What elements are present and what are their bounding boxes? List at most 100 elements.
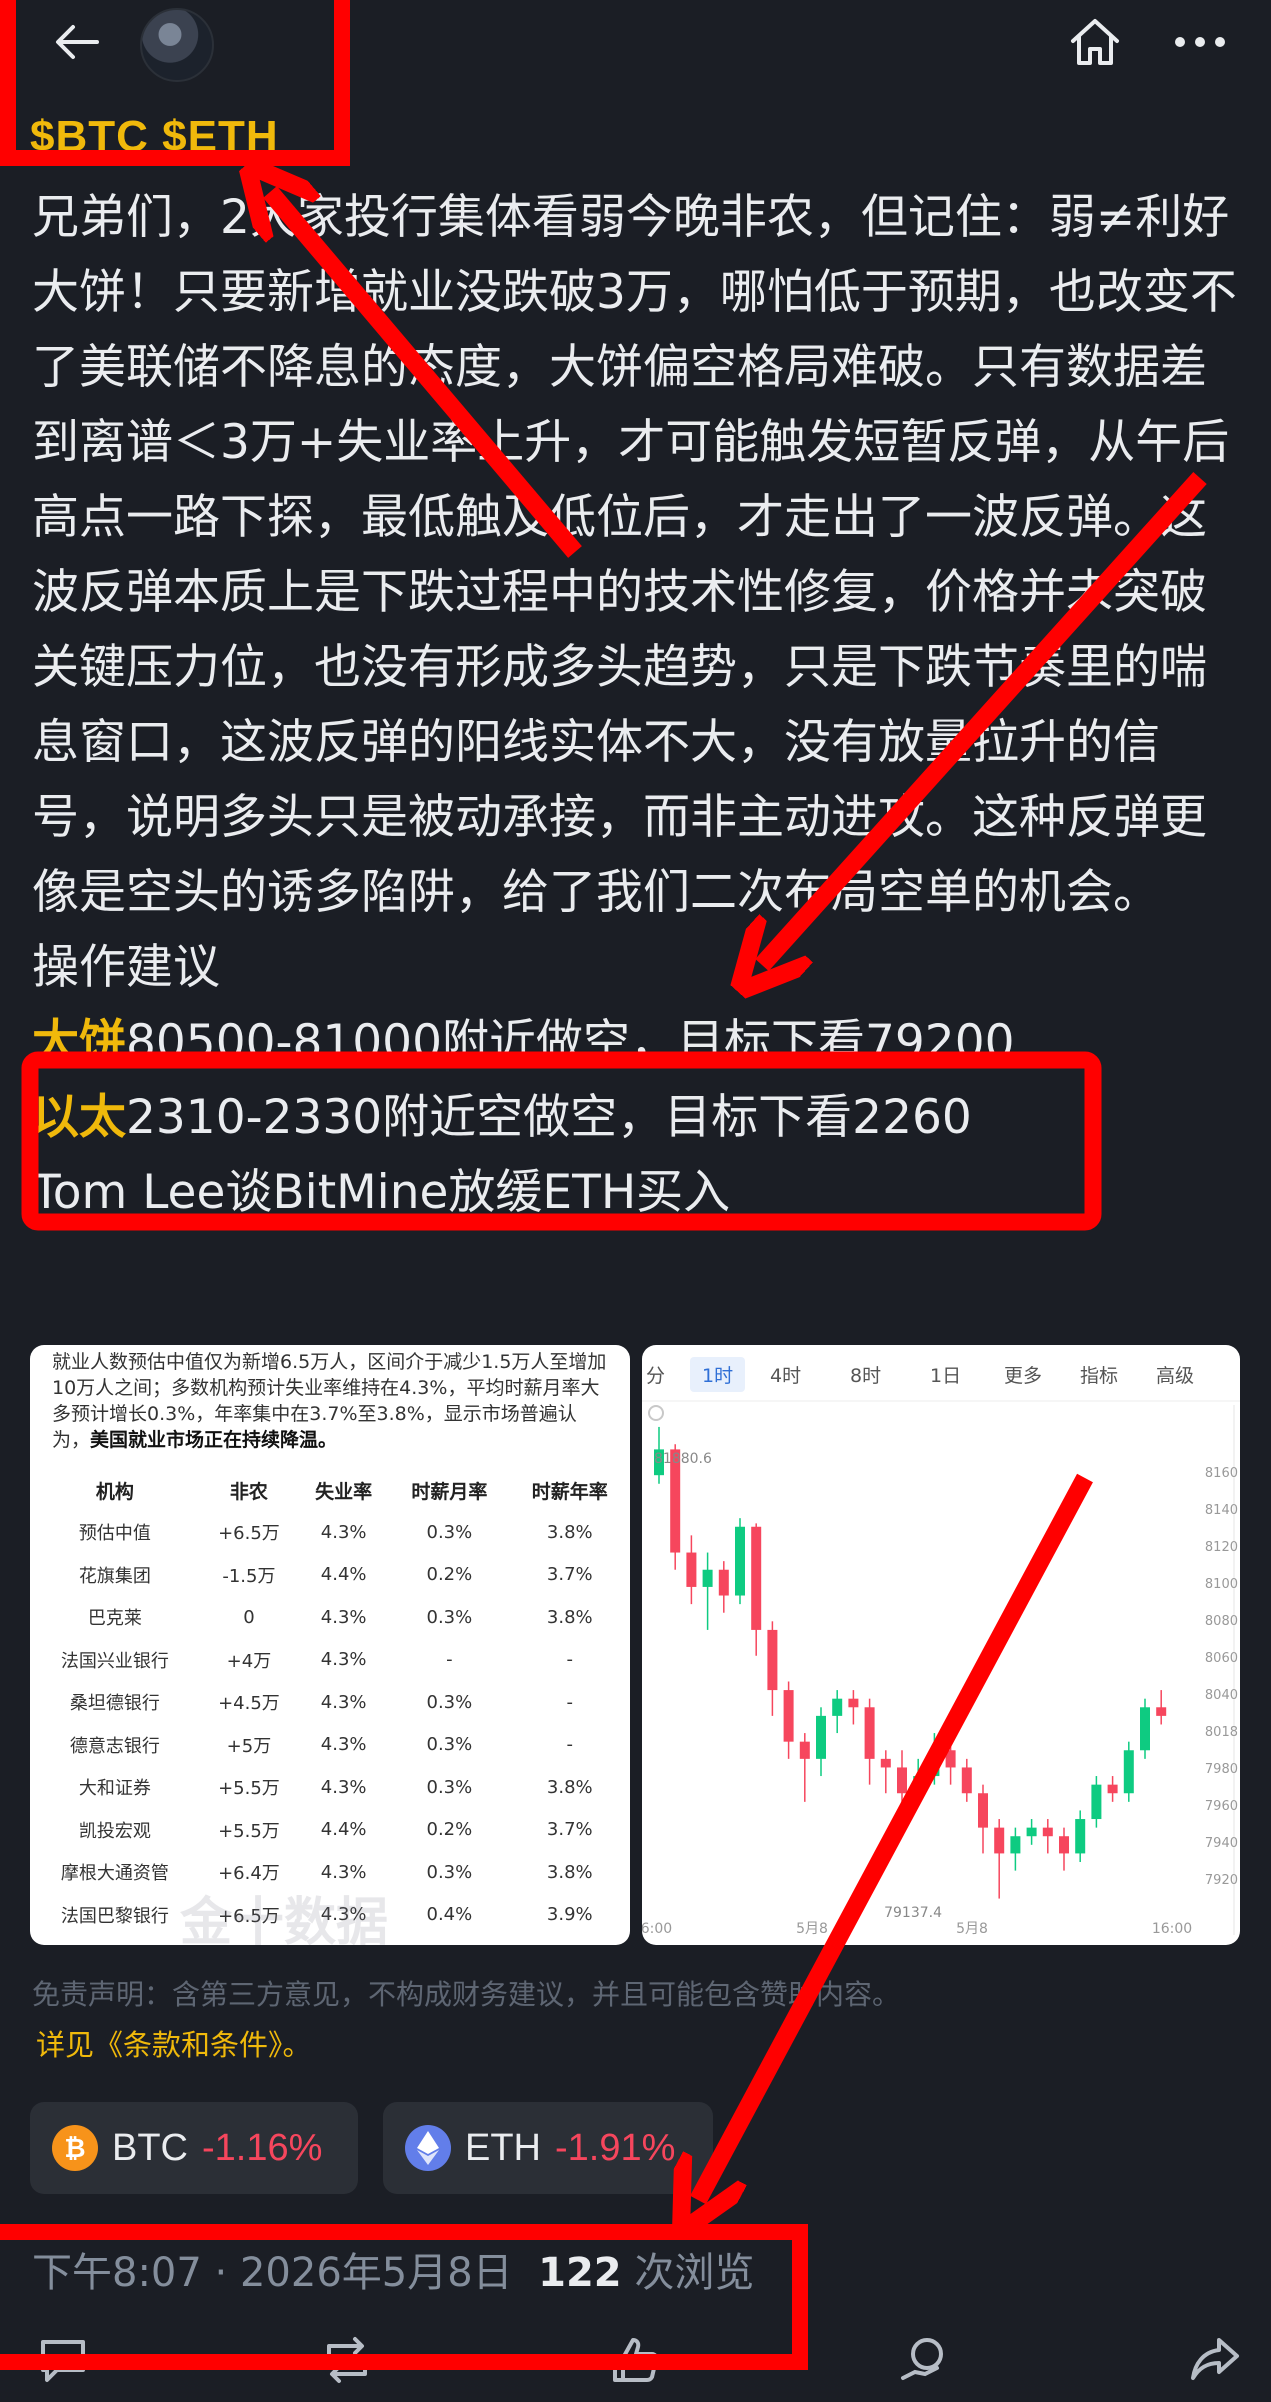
post-tags[interactable]: $BTC $ETH xyxy=(30,112,279,162)
table-intro: 就业人数预估中值仅为新增6.5万人，区间介于减少1.5万人至增加10万人之间；多… xyxy=(30,1345,630,1453)
table-row: 桑坦德银行 +4.5万 4.3% 0.3% - xyxy=(30,1681,630,1724)
table-cell: +5万 xyxy=(226,1735,272,1757)
terms-link[interactable]: 详见《条款和条件》。 xyxy=(36,2022,312,2064)
like-button[interactable] xyxy=(600,2328,670,2392)
candlestick-chart: 81880.6 79137.4 8160 8140 8120 8100 8080 8060 80… xyxy=(642,1400,1240,1937)
advice-title: 操作建议 xyxy=(32,940,220,995)
post-body: 兄弟们，2大家投行集体看弱今晚非农，但记住：弱≠利好大饼！只要新增就业没跌破3万… xyxy=(32,180,1247,1230)
table-cell: 0.3% xyxy=(426,1691,473,1713)
table-cell: - xyxy=(566,1649,574,1671)
table-cell: +6.5万 xyxy=(218,1523,280,1545)
candle xyxy=(1075,1810,1086,1863)
table-cell: 4.3% xyxy=(320,1649,367,1671)
table-cell: +4万 xyxy=(226,1650,272,1672)
coin-change: -1.16% xyxy=(202,2126,323,2169)
x-tick-label: 16:00 xyxy=(642,1921,672,1937)
more-dots-icon xyxy=(1175,37,1225,47)
post-date: 2026年5月8日 xyxy=(239,2250,513,2296)
table-row: 预估中值 +6.5万 4.3% 0.3% 3.8% xyxy=(30,1511,630,1554)
x-tick-label: 5月8 xyxy=(796,1921,828,1937)
disclaimer-text: 免责声明：含第三方意见，不构成财务建议，并且可能包含赞助内容。 xyxy=(32,1978,901,2011)
advice-eth-text: 2310-2330附近空做空，目标下看2260 xyxy=(126,1090,972,1145)
table-cell: +5.5万 xyxy=(218,1778,280,1800)
more-button[interactable] xyxy=(1165,12,1235,72)
table-cell: 摩根大通资管 xyxy=(60,1863,169,1885)
ethereum-icon xyxy=(405,2125,451,2171)
coin-symbol: ETH xyxy=(465,2126,541,2169)
table-cell: 凯投宏观 xyxy=(78,1820,151,1842)
comment-button[interactable] xyxy=(28,2328,98,2392)
y-tick-label: 7980 xyxy=(1205,1762,1238,1777)
table-row: 大和证券 +5.5万 4.3% 0.3% 3.8% xyxy=(30,1766,630,1809)
post-meta: 下午8:07 · 2026年5月8日 122 次浏览 xyxy=(32,2240,754,2298)
advice-eth-label[interactable]: 以太 xyxy=(32,1090,126,1145)
y-tick-label: 8040 xyxy=(1205,1688,1238,1703)
y-tick-label: 8060 xyxy=(1205,1651,1238,1666)
table-row: 凯投宏观 +5.5万 4.4% 0.2% 3.7% xyxy=(30,1809,630,1852)
share-icon xyxy=(1191,2338,1239,2380)
table-cell: 花旗集团 xyxy=(78,1565,151,1587)
coin-chip-btc[interactable]: ₿ BTC -1.16% xyxy=(30,2102,358,2194)
author-avatar[interactable] xyxy=(140,8,214,82)
nfp-forecast-image[interactable]: 就业人数预估中值仅为新增6.5万人，区间介于减少1.5万人至增加10万人之间；多… xyxy=(30,1345,630,1945)
table-cell: 3.7% xyxy=(546,1819,593,1841)
repost-button[interactable] xyxy=(312,2328,382,2392)
chart-low-label: 79137.4 xyxy=(884,1905,942,1921)
y-tick-label: 8160 xyxy=(1205,1466,1238,1481)
candle xyxy=(864,1698,875,1785)
news-line[interactable]: Tom Lee谈BitMine放缓ETH买入 xyxy=(32,1155,1247,1230)
advice-btc-text: 80500-81000附近做空，目标下看79200 xyxy=(126,1015,1015,1070)
candle xyxy=(1140,1698,1150,1759)
candle xyxy=(1026,1819,1037,1845)
y-tick-label: 8140 xyxy=(1205,1503,1238,1518)
table-cell: 大和证券 xyxy=(78,1778,151,1800)
view-count: 122 xyxy=(538,2250,622,2296)
table-cell: 0.2% xyxy=(426,1819,473,1841)
table-row: 法国兴业银行 +4万 4.3% - - xyxy=(30,1639,630,1682)
comment-icon xyxy=(41,2340,85,2382)
back-button[interactable] xyxy=(40,12,112,72)
candle xyxy=(1042,1819,1053,1854)
candle xyxy=(1010,1827,1021,1871)
candle xyxy=(1091,1776,1102,1828)
candle xyxy=(880,1750,891,1794)
table-cell xyxy=(510,1936,630,1945)
advice-btc-label[interactable]: 大饼 xyxy=(32,1015,126,1070)
candle xyxy=(1156,1690,1167,1725)
y-tick-label: 8100 xyxy=(1205,1577,1238,1592)
candlestick-chart-image[interactable]: 分 1时 4时 8时 1日 更多 指标 高级 81880.6 79137.4 8160 8140 81… xyxy=(642,1345,1240,1945)
table-cell: 0.2% xyxy=(426,1564,473,1586)
table-cell: 4.3% xyxy=(320,1521,367,1543)
table-cell: 0.3% xyxy=(426,1861,473,1883)
table-watermark: 金十数据 xyxy=(180,1894,389,1945)
table-header-cell: 失业率 xyxy=(315,1480,373,1503)
post-paragraph: 兄弟们，2大家投行集体看弱今晚非农，但记住：弱≠利好大饼！只要新增就业没跌破3万… xyxy=(32,190,1237,920)
y-tick-label: 8018 xyxy=(1205,1725,1238,1740)
table-cell: 0 xyxy=(243,1606,255,1628)
y-tick-label: 7960 xyxy=(1205,1799,1238,1814)
tip-button[interactable] xyxy=(890,2328,960,2392)
table-cell: 0.3% xyxy=(389,1936,509,1945)
table-cell: 4.4% xyxy=(320,1564,367,1586)
share-button[interactable] xyxy=(1180,2328,1250,2392)
home-button[interactable] xyxy=(1060,12,1130,72)
post-time: 下午8:07 xyxy=(32,2250,202,2296)
table-cell: 预估中值 xyxy=(78,1523,151,1545)
post-images: 就业人数预估中值仅为新增6.5万人，区间介于减少1.5万人至增加10万人之间；多… xyxy=(30,1345,1240,1945)
x-tick-label: 5月8 xyxy=(956,1921,988,1937)
coin-chip-eth[interactable]: ETH -1.91% xyxy=(383,2102,713,2194)
candle xyxy=(848,1690,859,1725)
table-cell: 法国巴黎银行 xyxy=(60,1905,169,1927)
table-header-cell: 时薪月率 xyxy=(411,1480,488,1503)
table-cell: 3.8% xyxy=(546,1606,593,1628)
candle xyxy=(929,1733,940,1785)
y-tick-label: 7920 xyxy=(1205,1873,1238,1888)
table-cell: 德意志银行 xyxy=(69,1735,160,1757)
repost-icon xyxy=(327,2337,367,2383)
candle xyxy=(1123,1741,1134,1802)
candle xyxy=(767,1621,778,1716)
table-cell: 法国兴业银行 xyxy=(60,1650,169,1672)
view-label: 次浏览 xyxy=(634,2250,755,2296)
tip-icon xyxy=(901,2338,943,2380)
table-cell: 3.7% xyxy=(546,1564,593,1586)
